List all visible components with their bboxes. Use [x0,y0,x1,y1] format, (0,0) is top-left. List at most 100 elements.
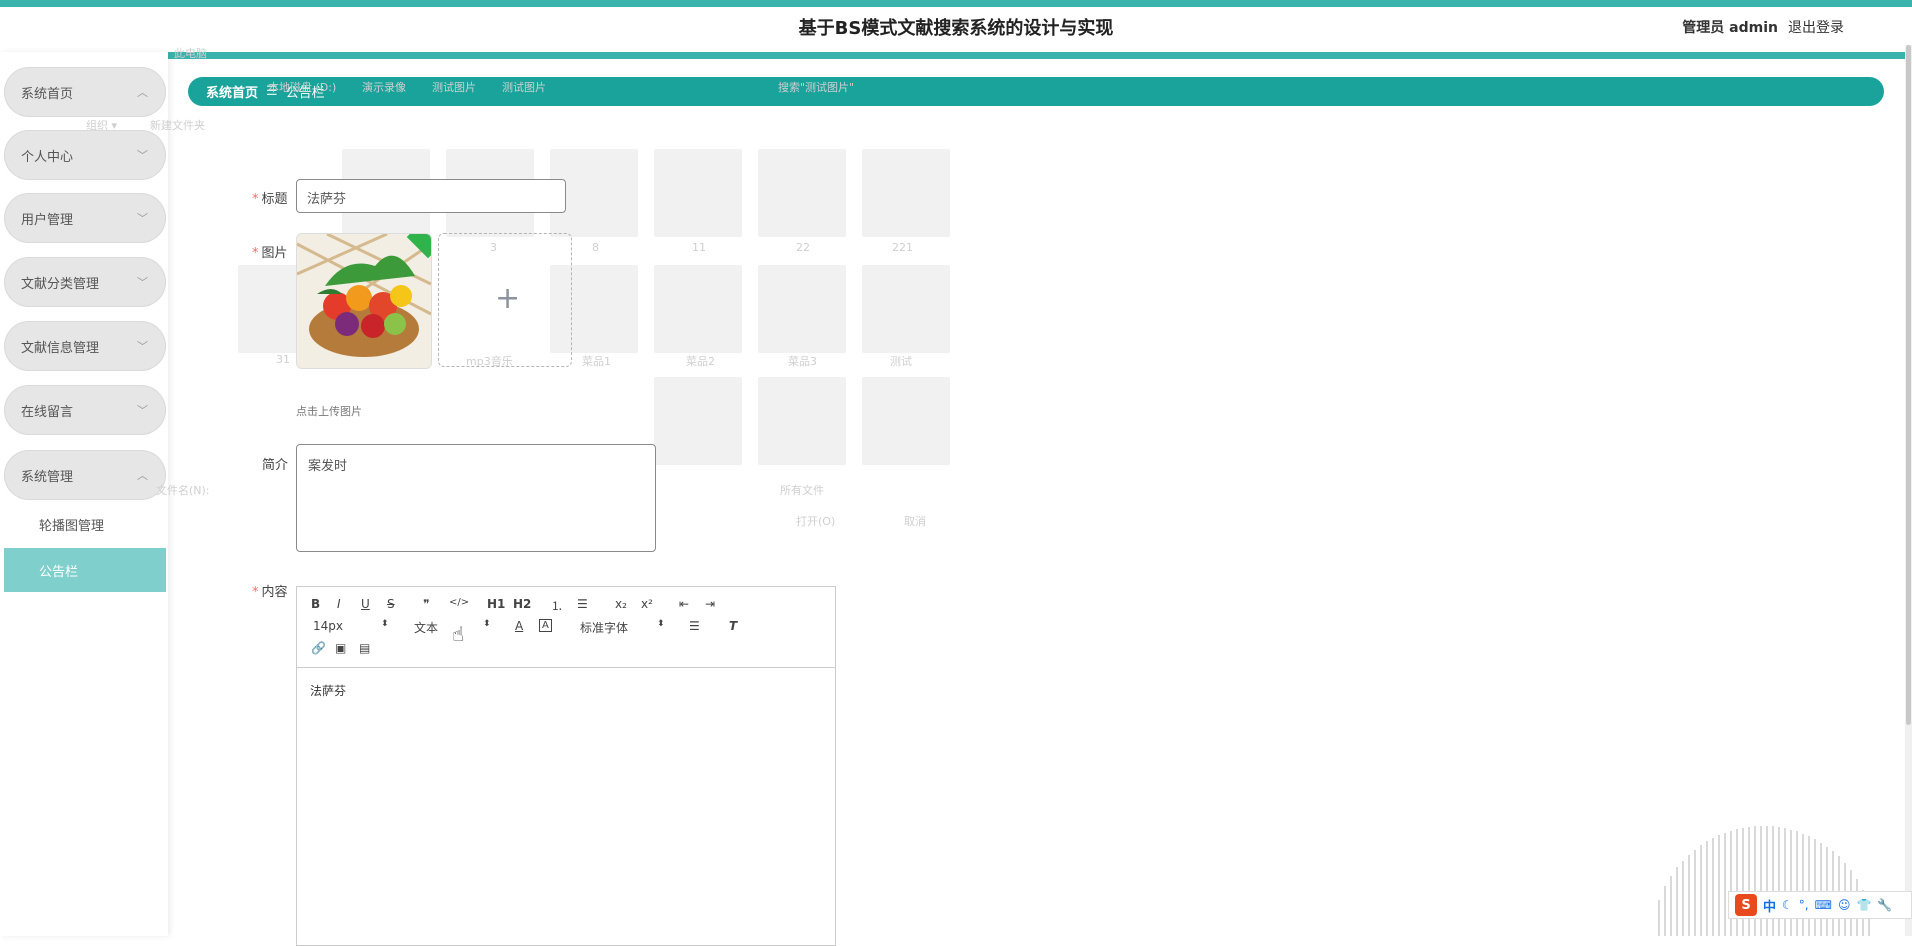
chevron-up-icon: ︿ [137,86,148,99]
decor-line [1700,845,1702,936]
link-icon[interactable]: 🔗 [311,641,326,655]
chevron-down-icon: ﹀ [137,212,148,225]
uploaded-image[interactable] [296,233,432,369]
decor-line [1808,836,1810,936]
indent-button[interactable]: ⇥ [705,597,715,611]
sidebar-item-literature[interactable]: 文献信息管理 ﹀ [4,321,166,371]
plus-icon: + [495,281,521,316]
decor-line [1790,829,1792,936]
header-select[interactable]: 文本 [414,619,438,636]
text-color-icon[interactable]: A [515,619,523,633]
sidebar-item-label: 文献分类管理 [21,276,100,292]
underline-button[interactable]: U [361,597,370,611]
page-scrollbar[interactable] [1905,45,1912,936]
sidebar-item-messages[interactable]: 在线留言 ﹀ [4,385,166,435]
intro-textarea[interactable]: 案发时 [296,444,656,552]
image-icon[interactable]: ▣ [335,641,346,655]
font-family-select[interactable]: 标准字体 [580,619,628,636]
ime-mode[interactable]: 中 [1763,896,1776,915]
ime-toolbar[interactable]: S 中 ☾ °, ⌨ ☺ 👕 🔧 [1728,891,1912,919]
chevron-down-icon: ﹀ [137,404,148,417]
scrollbar-thumb[interactable] [1906,45,1911,725]
fruit-basket-image [297,234,431,368]
font-size-select[interactable]: 14px [313,619,343,633]
sidebar-item-system[interactable]: 系统管理 ︿ [4,450,166,500]
sidebar-subitem-carousel[interactable]: 轮播图管理 [4,502,166,546]
decor-line [1796,831,1798,936]
intro-label: 简介 [262,458,289,473]
sidebar-item-category[interactable]: 文献分类管理 ﹀ [4,257,166,307]
decor-line [1742,827,1744,936]
decor-line [1730,830,1732,936]
skin-icon[interactable]: 👕 [1856,898,1871,912]
rich-text-editor: B I U S ❞ </> H1 H2 ⒈ ☰ x₂ x² ⇤ ⇥ 14px ⬍… [296,586,836,946]
sidebar-item-home[interactable]: 系统首页 ︿ [4,67,166,117]
moon-icon[interactable]: ☾ [1782,898,1793,912]
bullet-list-button[interactable]: ☰ [577,597,588,611]
decor-line [1784,828,1786,936]
sidebar-item-label: 系统管理 [21,469,74,485]
editor-content[interactable]: 法萨芬 [297,668,835,713]
align-left-icon[interactable]: ☰ [689,619,700,633]
decor-line [1688,854,1690,936]
ghost-file: 菜品2 [686,355,715,368]
content-label: * 内容 [252,585,288,600]
sidebar-item-label: 在线留言 [21,404,74,420]
decor-line [1670,875,1672,936]
background-color-icon[interactable]: A [539,619,552,632]
sidebar: 系统首页 ︿ 个人中心 ﹀ 用户管理 ﹀ 文献分类管理 ﹀ 文献信息管理 ﹀ 在线留言 ﹀ … [0,52,168,936]
logout-link[interactable]: 退出登录 [1788,17,1844,37]
current-user: 管理员 admin [1682,20,1778,36]
decor-line [1754,826,1756,936]
code-button[interactable]: </> [449,597,469,608]
h1-button[interactable]: H1 [487,597,505,611]
decor-line [1748,826,1750,936]
title-input[interactable]: 法萨芬 [296,179,566,213]
bold-button[interactable]: B [311,597,320,611]
punctuation-icon[interactable]: °, [1799,898,1809,912]
select-arrows-icon: ⬍ [657,619,665,629]
outdent-button[interactable]: ⇤ [679,597,689,611]
decor-line [1760,826,1762,936]
sidebar-item-profile[interactable]: 个人中心 ﹀ [4,130,166,180]
superscript-button[interactable]: x² [641,597,653,611]
keyboard-icon[interactable]: ⌨ [1815,898,1832,912]
decor-line [1724,832,1726,936]
h2-button[interactable]: H2 [513,597,531,611]
strike-button[interactable]: S [387,597,395,611]
select-arrows-icon: ⬍ [483,619,491,629]
wrench-icon[interactable]: 🔧 [1877,898,1892,912]
decor-line [1772,826,1774,936]
sidebar-item-label: 个人中心 [21,149,74,165]
hand-cursor-icon: ☝ [452,622,465,646]
ghost-file: 菜品3 [788,355,817,368]
user-icon[interactable]: ☺ [1838,898,1851,912]
chevron-up-icon: ︿ [137,469,148,482]
sidebar-item-users[interactable]: 用户管理 ﹀ [4,193,166,243]
header-bottom-stripe [0,52,1905,59]
italic-button[interactable]: I [337,597,341,611]
menu-icon: ☰ [266,84,278,99]
decor-line [1802,833,1804,936]
decor-line [1712,838,1714,936]
ordered-list-button[interactable]: ⒈ [551,597,563,614]
clear-format-icon[interactable]: T [729,619,737,633]
ghost-file: 菜品1 [582,355,611,368]
sogou-logo-icon: S [1735,894,1757,916]
upload-image-button[interactable]: + [438,233,572,367]
breadcrumb-home[interactable]: 系统首页 [206,82,258,101]
sidebar-subitem-notice[interactable]: 公告栏 [4,548,166,592]
ghost-file: 221 [892,241,913,254]
upload-tip: 点击上传图片 [296,405,362,418]
subscript-button[interactable]: x₂ [615,597,627,611]
sidebar-item-label: 用户管理 [21,212,74,228]
ghost-file: 11 [692,241,706,254]
sidebar-item-label: 系统首页 [21,86,74,102]
app-title: 基于BS模式文献搜索系统的设计与实现 [798,18,1114,39]
video-icon[interactable]: ▤ [359,641,370,655]
breadcrumb: 系统首页 ☰ 公告栏 [188,77,1884,106]
quote-button[interactable]: ❞ [423,597,429,611]
decor-line [1778,827,1780,936]
select-arrows-icon: ⬍ [381,619,389,629]
ghost-cancel: 取消 [904,515,926,528]
